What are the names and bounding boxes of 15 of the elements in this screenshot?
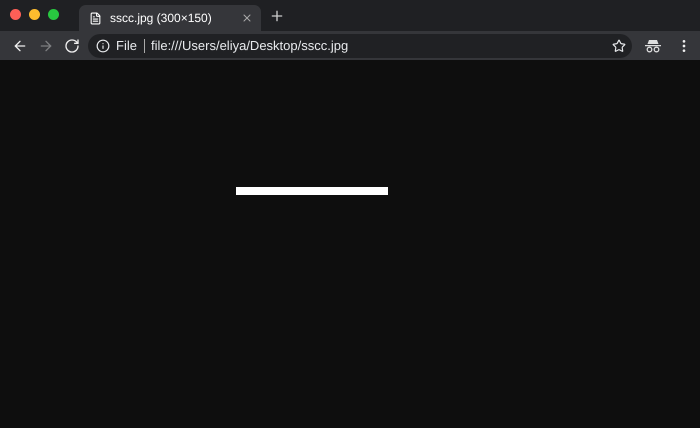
plus-icon[interactable] [269,8,285,24]
address-bar[interactable]: File file:///Users/eliya/Desktop/sscc.jpg [88,34,632,58]
window-control-button[interactable] [29,9,40,20]
bookmark-star-icon[interactable] [612,38,626,52]
browser-tab[interactable]: sscc.jpg (300×150) [79,5,261,31]
close-icon[interactable] [241,12,253,24]
window-control-button[interactable] [48,9,59,20]
reload-icon[interactable] [64,38,80,54]
url-text: file:///Users/eliya/Desktop/sscc.jpg [150,38,350,53]
scheme-label: File [116,38,145,52]
info-icon[interactable] [96,38,110,52]
window-control-button[interactable] [10,9,21,20]
incognito-icon[interactable] [644,38,662,52]
tab-title: sscc.jpg (300×150) [110,11,213,25]
file-icon [89,12,102,24]
